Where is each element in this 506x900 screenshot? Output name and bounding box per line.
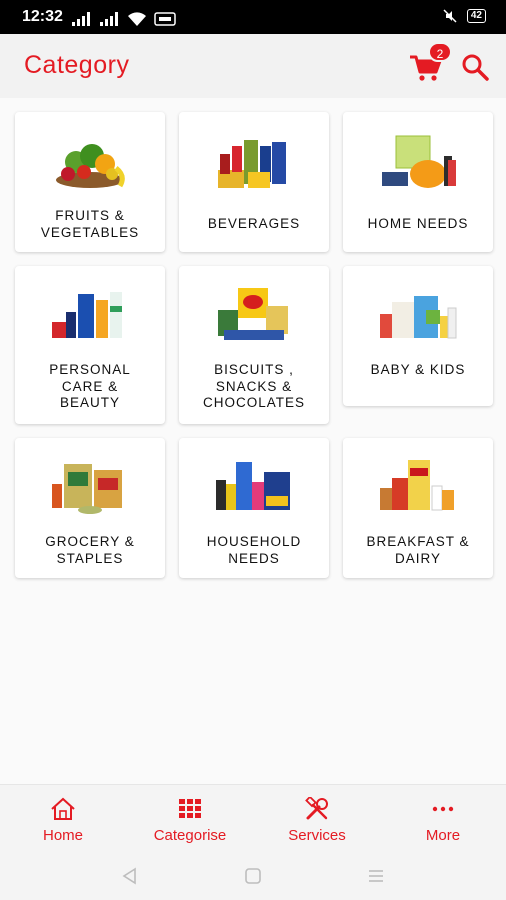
category-grid: FRUITS & VEGETABLES BEVERAGES HOME NEEDS [0, 98, 506, 784]
category-label: BISCUITS , SNACKS & CHOCOLATES [202, 362, 305, 410]
home-button-icon[interactable] [243, 866, 263, 886]
baby-kids-image [380, 296, 457, 339]
system-navigation-bar [0, 854, 506, 900]
beverages-image [218, 140, 286, 188]
category-label: FRUITS & VEGETABLES [40, 208, 140, 240]
category-label: HOUSEHOLD NEEDS [206, 534, 302, 566]
nav-home[interactable]: Home [0, 785, 126, 855]
status-icons [72, 10, 176, 26]
status-icons-right: 42 [443, 9, 486, 23]
status-time: 12:32 [22, 8, 63, 25]
nav-label: More [425, 827, 461, 844]
fruits-vegetables-image [56, 144, 125, 188]
nav-services[interactable]: Services [254, 785, 380, 855]
bottom-navigation: Home Categorise Services More [0, 784, 506, 854]
category-card-beverages[interactable]: BEVERAGES [179, 112, 329, 252]
search-icon [462, 54, 489, 81]
category-label: GROCERY & STAPLES [45, 534, 135, 566]
page-title: Category [24, 51, 130, 79]
category-card-household-needs[interactable]: HOUSEHOLD NEEDS [179, 438, 329, 578]
recents-icon[interactable] [366, 866, 386, 886]
status-bar: 12:32 42 [0, 0, 506, 34]
category-label: BREAKFAST & DAIRY [366, 534, 470, 566]
volte-icon [154, 12, 176, 26]
category-card-breakfast-dairy[interactable]: BREAKFAST & DAIRY [343, 438, 493, 578]
category-card-baby-kids[interactable]: BABY & KIDS [343, 266, 493, 406]
category-card-biscuits-snacks[interactable]: BISCUITS , SNACKS & CHOCOLATES [179, 266, 329, 424]
nav-label: Home [42, 827, 83, 844]
category-label: BEVERAGES [207, 216, 301, 231]
back-icon[interactable] [120, 866, 140, 886]
personal-care-image [52, 292, 122, 338]
signal-icon [100, 12, 118, 26]
cart-count-badge: 2 [428, 42, 452, 62]
category-card-home-needs[interactable]: HOME NEEDS [343, 112, 493, 252]
category-label: HOME NEEDS [367, 216, 469, 231]
household-needs-image [216, 462, 290, 510]
grid-icon [179, 799, 201, 818]
tools-icon [305, 797, 328, 820]
home-needs-image [382, 135, 456, 188]
category-label: PERSONAL CARE & BEAUTY [49, 362, 131, 410]
more-icon [432, 806, 454, 812]
grocery-staples-image [52, 464, 122, 514]
app-bar: Category 2 [0, 34, 506, 98]
category-card-fruits-vegetables[interactable]: FRUITS & VEGETABLES [15, 112, 165, 252]
breakfast-dairy-image [380, 460, 454, 511]
search-button[interactable] [460, 52, 492, 82]
signal-icon [72, 12, 90, 26]
category-card-grocery-staples[interactable]: GROCERY & STAPLES [15, 438, 165, 578]
biscuits-snacks-image [218, 288, 288, 340]
mute-icon [443, 9, 457, 23]
cart-button[interactable]: 2 [408, 42, 452, 84]
battery-indicator: 42 [466, 9, 486, 23]
nav-categorise[interactable]: Categorise [127, 785, 253, 855]
nav-more[interactable]: More [380, 785, 506, 855]
home-icon [51, 797, 75, 820]
nav-label: Services [288, 827, 346, 844]
wifi-icon [128, 12, 146, 26]
nav-label: Categorise [153, 827, 227, 844]
category-label: BABY & KIDS [370, 362, 466, 377]
category-card-personal-care[interactable]: PERSONAL CARE & BEAUTY [15, 266, 165, 424]
